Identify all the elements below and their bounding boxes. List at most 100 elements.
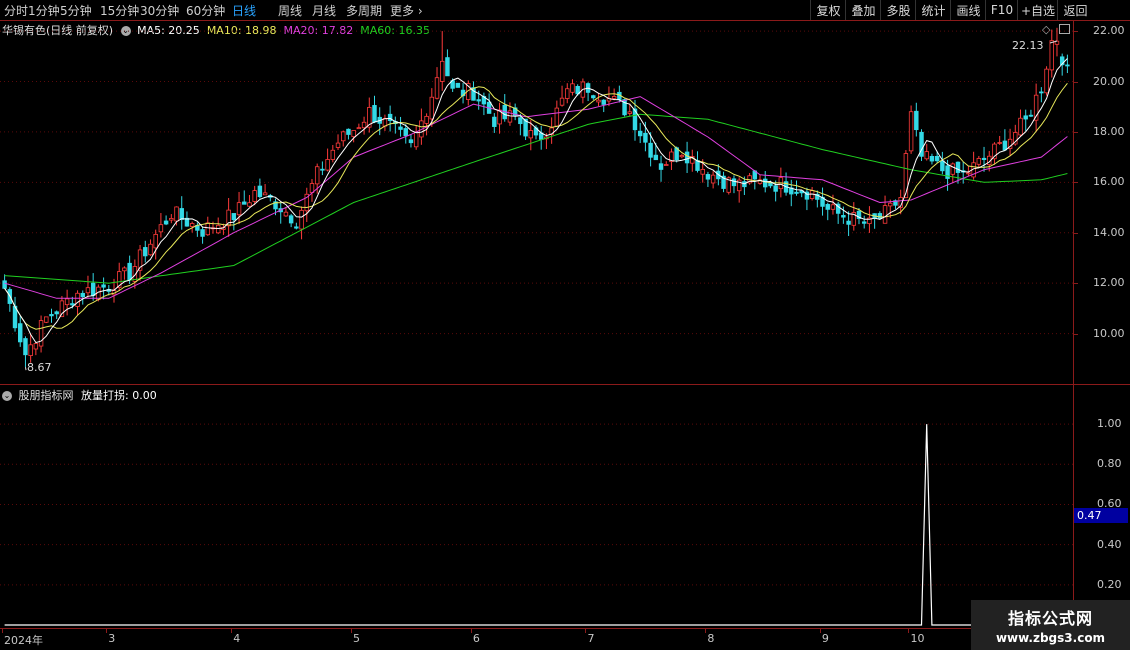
- candle-body: [643, 132, 648, 143]
- period-tab-5[interactable]: 60分钟: [186, 2, 225, 19]
- price-axis-label: 18.00: [1093, 124, 1125, 138]
- candle-body: [2, 280, 7, 289]
- candle-body: [731, 178, 737, 187]
- candle-body: [929, 156, 935, 162]
- candle-body: [283, 211, 289, 217]
- candle-body: [934, 155, 940, 162]
- indicator-chart: [0, 423, 1073, 626]
- candle-body: [70, 303, 75, 306]
- low-price-label: 8.67: [27, 361, 52, 374]
- candle-body: [476, 99, 481, 102]
- candle-body: [1023, 115, 1028, 120]
- candle-body: [861, 221, 867, 224]
- period-tab-9[interactable]: 多周期: [346, 2, 382, 19]
- period-tab-7[interactable]: 周线: [278, 2, 302, 19]
- candle-body: [23, 338, 28, 356]
- candle-body: [325, 159, 330, 171]
- volume-signal-line: [4, 424, 1068, 626]
- candle-body: [955, 161, 961, 173]
- candle-body: [179, 208, 184, 220]
- period-tab-2[interactable]: 5分钟: [60, 2, 92, 19]
- candle-body: [361, 121, 367, 129]
- candle-body: [611, 96, 617, 99]
- price-axis-label: 14.00: [1093, 225, 1125, 239]
- date-tick: [585, 628, 587, 633]
- date-label: 3: [108, 632, 116, 645]
- candle-body: [565, 88, 570, 99]
- period-tab-8[interactable]: 月线: [312, 2, 336, 19]
- date-label: 6: [472, 632, 480, 645]
- candle-body: [445, 57, 450, 77]
- candle-body: [877, 213, 883, 219]
- candle-body: [914, 110, 919, 131]
- candle-body: [830, 204, 836, 210]
- date-label: 2024年: [4, 634, 43, 647]
- candle-body: [215, 224, 221, 234]
- price-axis-tick: [1073, 31, 1078, 33]
- candle-body: [705, 174, 711, 180]
- candlestick-chart: [0, 27, 1073, 371]
- candle-body: [559, 97, 565, 106]
- candle-body: [700, 169, 705, 175]
- price-axis-label: 16.00: [1093, 175, 1125, 189]
- toolbar-button-1[interactable]: 叠加: [845, 0, 881, 20]
- toolbar-button-3[interactable]: 统计: [915, 0, 951, 20]
- crosshair-value-badge: 0.47: [1074, 508, 1128, 523]
- candle-body: [54, 311, 59, 315]
- candle-body: [679, 155, 685, 158]
- toolbar-button-4[interactable]: 画线: [950, 0, 986, 20]
- toolbar-button-5[interactable]: F10: [985, 0, 1018, 20]
- candle-body: [518, 117, 523, 125]
- date-tick: [2, 628, 3, 633]
- candle-body: [684, 151, 690, 164]
- candle-body: [231, 213, 237, 221]
- candle-body: [346, 128, 351, 135]
- period-tab-3[interactable]: 15分钟: [100, 2, 139, 19]
- date-tick: [470, 628, 472, 633]
- candle-body: [314, 166, 320, 185]
- price-axis-tick: [1073, 232, 1078, 234]
- ma10-line: [4, 82, 1068, 330]
- candle-body: [163, 220, 169, 225]
- toolbar-button-2[interactable]: 多股: [880, 0, 916, 20]
- toolbar-button-0[interactable]: 复权: [810, 0, 846, 20]
- candle-body: [127, 262, 132, 281]
- indicator-axis-label: 0.80: [1097, 457, 1122, 471]
- indicator-bottom-border: [0, 628, 1130, 629]
- candle-body: [403, 128, 408, 137]
- candle-body: [189, 223, 195, 227]
- period-tab-1[interactable]: 1分钟: [28, 2, 60, 19]
- period-tab-10[interactable]: 更多 ›: [390, 2, 423, 19]
- candle-body: [200, 229, 205, 237]
- candle-body: [309, 183, 315, 193]
- date-tick: [705, 628, 707, 633]
- candle-body: [262, 192, 268, 196]
- candle-body: [80, 292, 85, 298]
- price-axis-tick: [1073, 333, 1078, 335]
- indicator-axis-label: 1.00: [1097, 417, 1122, 431]
- candle-body: [356, 127, 362, 130]
- candle-body: [143, 247, 148, 257]
- candle-body: [1018, 117, 1023, 136]
- date-label: 9: [821, 632, 829, 645]
- candle-body: [247, 202, 252, 207]
- candle-body: [1044, 68, 1049, 94]
- candle-body: [169, 217, 174, 221]
- candle-body: [205, 222, 211, 236]
- watermark: 指标公式网 www.zbgs3.com: [971, 600, 1130, 650]
- price-axis-label: 22.00: [1093, 24, 1125, 38]
- toolbar-button-6[interactable]: +自选: [1017, 0, 1058, 20]
- date-label: 7: [587, 632, 595, 645]
- candle-body: [122, 267, 127, 272]
- candle-body: [49, 314, 54, 317]
- candle-body: [695, 160, 700, 171]
- high-price-label: 22.13: [1012, 39, 1044, 52]
- candle-body: [903, 153, 909, 199]
- candle-body: [242, 201, 247, 205]
- candle-body: [335, 142, 341, 148]
- period-tab-0[interactable]: 分时: [4, 2, 28, 19]
- period-tab-6[interactable]: 日线: [232, 2, 256, 19]
- period-tab-4[interactable]: 30分钟: [140, 2, 179, 19]
- toolbar-button-7[interactable]: 返回: [1057, 0, 1093, 20]
- candle-body: [424, 115, 429, 124]
